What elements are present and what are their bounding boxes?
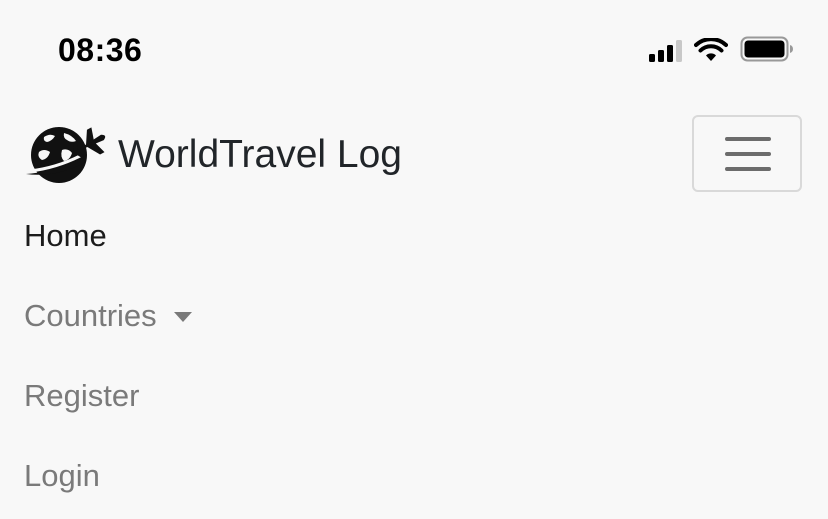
hamburger-menu-button[interactable]: [692, 115, 802, 192]
globe-airplane-icon: [24, 124, 108, 186]
status-time: 08:36: [58, 32, 143, 68]
nav-item-countries: Countries: [24, 276, 192, 356]
nav-item-login: Login: [24, 436, 192, 516]
navbar: WorldTravel Log Home Countries Register …: [0, 96, 828, 519]
hamburger-menu-icon: [725, 137, 771, 141]
hamburger-menu-icon: [725, 152, 771, 156]
nav-link-label: Countries: [24, 298, 157, 333]
caret-down-icon: [173, 312, 192, 322]
nav-menu: Home Countries Register Login: [24, 196, 192, 516]
nav-link-label: Home: [24, 218, 107, 253]
nav-link-label: Login: [24, 458, 100, 493]
nav-link-countries-dropdown[interactable]: Countries: [24, 298, 192, 334]
nav-link-home[interactable]: Home: [24, 218, 107, 254]
battery-icon: [740, 36, 794, 62]
status-icons: [649, 36, 794, 62]
brand-name: WorldTravel Log: [118, 133, 402, 176]
hamburger-menu-icon: [725, 167, 771, 171]
nav-item-home: Home: [24, 196, 192, 276]
nav-link-label: Register: [24, 378, 140, 413]
status-bar: 08:36: [0, 0, 828, 96]
nav-item-register: Register: [24, 356, 192, 436]
wifi-icon: [694, 38, 728, 62]
nav-link-login[interactable]: Login: [24, 458, 100, 494]
cellular-signal-icon: [649, 40, 682, 62]
nav-link-register[interactable]: Register: [24, 378, 139, 414]
brand[interactable]: WorldTravel Log: [24, 124, 402, 186]
